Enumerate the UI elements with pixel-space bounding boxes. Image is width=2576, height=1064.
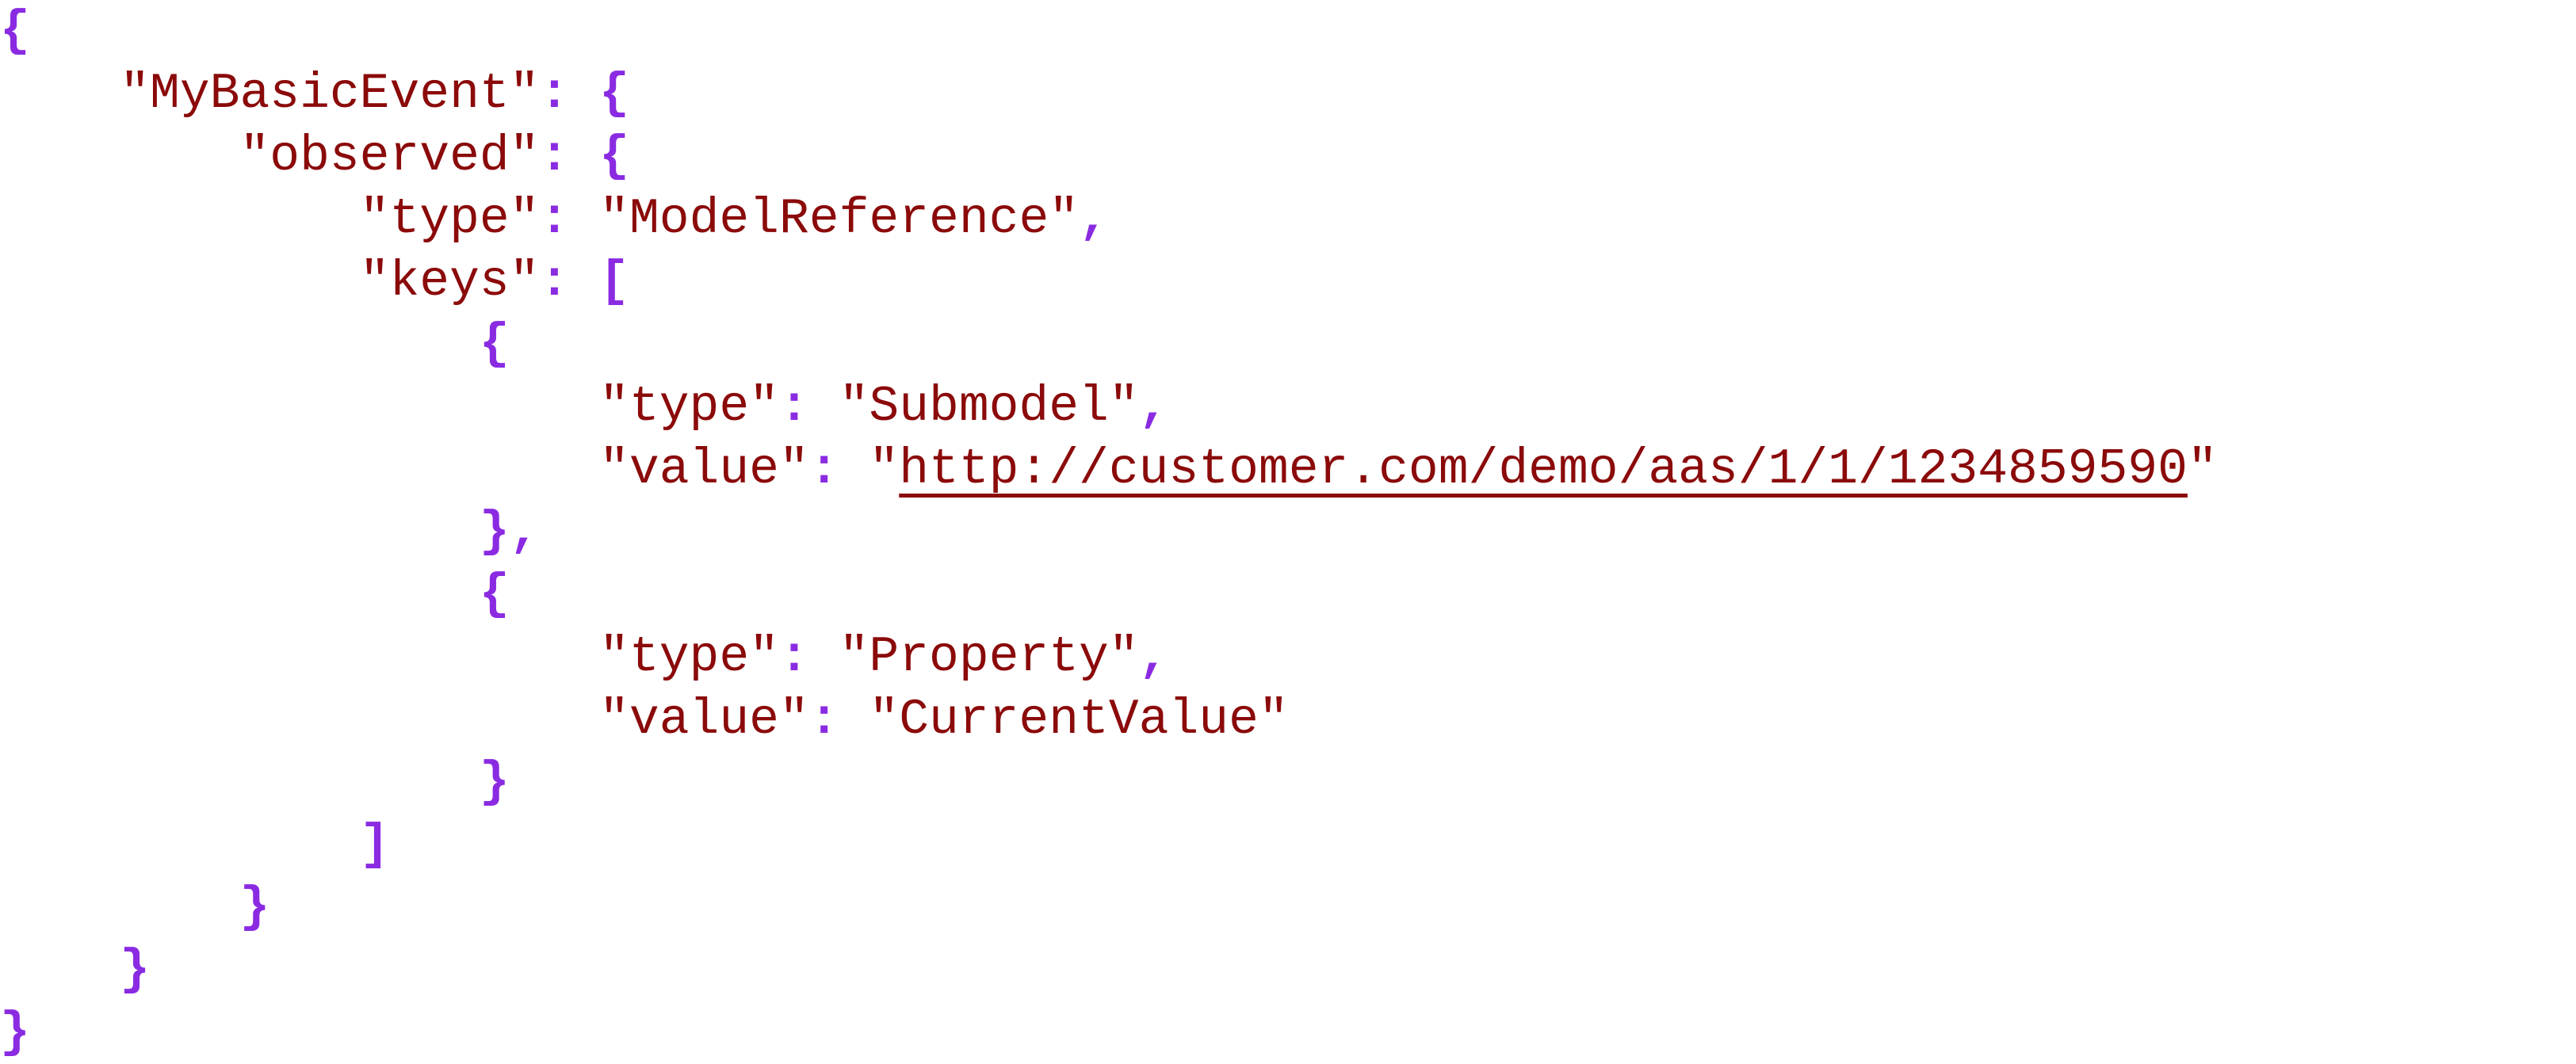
root-open-brace: { (0, 3, 30, 59)
observed-type-value: "ModelReference" (599, 191, 1080, 247)
key1-type-value: "Submodel" (839, 379, 1139, 435)
colon: : (539, 254, 600, 310)
key2-open-brace: { (479, 566, 510, 623)
code-line-2: "MyBasicEvent": { (0, 63, 2576, 125)
code-line-15: } (0, 876, 2576, 939)
submodel-url-link[interactable]: http://customer.com/demo/aas/1/1/1234859… (899, 441, 2188, 498)
event-close-brace: } (120, 942, 151, 998)
event-open-brace: { (599, 66, 629, 122)
code-line-1: { (0, 0, 2576, 63)
url-close-quote: " (2187, 441, 2218, 498)
code-line-5: "keys": [ (0, 250, 2576, 313)
code-line-9: }, (0, 501, 2576, 563)
comma: , (1079, 191, 1109, 247)
observed-close-brace: } (239, 879, 270, 936)
code-line-8: "value": "http://customer.com/demo/aas/1… (0, 438, 2576, 501)
code-line-13: } (0, 751, 2576, 814)
code-line-17: } (0, 1001, 2576, 1064)
code-line-16: } (0, 939, 2576, 1001)
type-key: "type" (359, 191, 540, 247)
keys-open-bracket: [ (599, 254, 629, 310)
value-key: "value" (599, 441, 809, 498)
code-line-11: "type": "Property", (0, 626, 2576, 688)
key2-value: "CurrentValue" (869, 692, 1289, 748)
colon: : (539, 191, 600, 247)
comma: , (1138, 629, 1169, 685)
root-close-brace: } (0, 1005, 30, 1061)
observed-open-brace: { (599, 128, 629, 185)
code-line-12: "value": "CurrentValue" (0, 688, 2576, 751)
code-line-14: ] (0, 814, 2576, 876)
value-key: "value" (599, 692, 809, 748)
colon: : (808, 692, 869, 748)
root-key: "MyBasicEvent" (120, 66, 540, 122)
key1-open-brace: { (479, 316, 510, 372)
code-line-6: { (0, 313, 2576, 376)
type-key: "type" (599, 379, 779, 435)
key2-type-value: "Property" (839, 629, 1139, 685)
key2-close-brace: } (479, 754, 510, 810)
code-line-3: "observed": { (0, 125, 2576, 188)
code-line-4: "type": "ModelReference", (0, 188, 2576, 250)
colon: : (539, 66, 600, 122)
comma: , (509, 504, 540, 560)
keys-close-bracket: ] (359, 817, 390, 873)
json-code-block: { "MyBasicEvent": { "observed": { "type"… (0, 0, 2576, 1062)
url-open-quote: " (869, 441, 900, 498)
comma: , (1138, 379, 1169, 435)
keys-key: "keys" (359, 254, 540, 310)
observed-key: "observed" (239, 128, 540, 185)
colon: : (778, 379, 839, 435)
colon: : (778, 629, 839, 685)
key1-close-brace: } (479, 504, 510, 560)
colon: : (539, 128, 600, 185)
code-line-7: "type": "Submodel", (0, 376, 2576, 438)
colon: : (808, 441, 869, 498)
type-key: "type" (599, 629, 779, 685)
code-line-10: { (0, 563, 2576, 626)
